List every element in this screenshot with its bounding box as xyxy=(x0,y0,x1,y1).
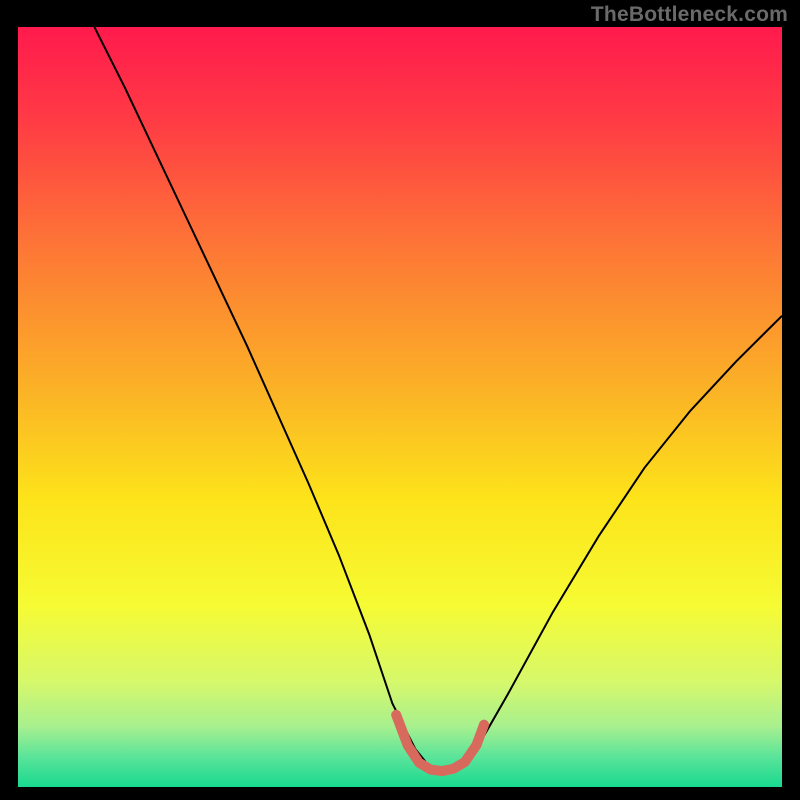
watermark-text: TheBottleneck.com xyxy=(591,3,788,27)
chart-svg xyxy=(18,27,782,787)
chart-frame: TheBottleneck.com xyxy=(0,0,800,800)
chart-background-gradient xyxy=(18,27,782,787)
chart-plot-area xyxy=(18,27,782,787)
